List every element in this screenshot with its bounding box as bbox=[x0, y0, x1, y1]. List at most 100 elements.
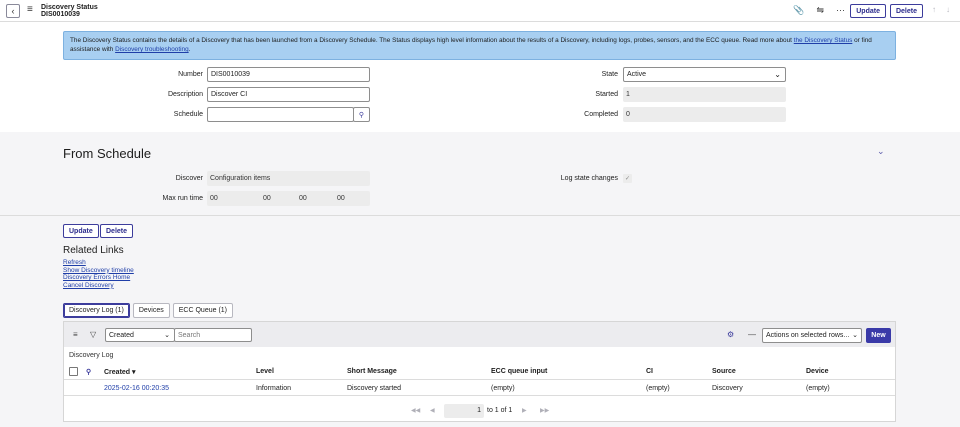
cell-ecc-queue-input: (empty) bbox=[491, 385, 515, 392]
show-discovery-timeline-link[interactable]: Show Discovery timeline bbox=[63, 267, 134, 274]
related-list-tabs: Discovery Log (1) Devices ECC Queue (1) bbox=[63, 303, 234, 318]
refresh-link[interactable]: Refresh bbox=[63, 259, 86, 266]
chevron-down-icon: ⌄ bbox=[774, 70, 781, 79]
discovery-errors-home-link[interactable]: Discovery Errors Home bbox=[63, 274, 130, 281]
filter-icon[interactable]: ▽ bbox=[90, 330, 96, 339]
header-delete-button[interactable]: Delete bbox=[889, 4, 923, 18]
column-source[interactable]: Source bbox=[712, 368, 736, 375]
record-id: DIS0010039 bbox=[41, 11, 80, 18]
list-toolbar: ≡ ▽ Created ⌄ Search ⚙ — Actions on sele… bbox=[64, 322, 895, 347]
page-number-input[interactable]: 1 bbox=[444, 404, 484, 418]
table-header: ⚲ Created ▾ Level Short Message ECC queu… bbox=[64, 363, 895, 380]
actions-select-value: Actions on selected rows... bbox=[766, 332, 850, 339]
number-field[interactable]: DIS0010039 bbox=[207, 67, 370, 82]
cell-short-message: Discovery started bbox=[347, 385, 402, 392]
select-all-checkbox[interactable] bbox=[69, 367, 78, 376]
list-menu-icon[interactable]: ≡ bbox=[73, 330, 78, 339]
description-field[interactable]: Discover CI bbox=[207, 87, 370, 102]
back-button[interactable]: ‹ bbox=[6, 4, 20, 18]
search-field-value: Created bbox=[109, 331, 134, 339]
started-label: Started bbox=[595, 91, 618, 98]
cell-ci: (empty) bbox=[646, 385, 670, 392]
related-links: Refresh Show Discovery timeline Discover… bbox=[63, 259, 134, 289]
log-state-changes-label: Log state changes bbox=[560, 175, 618, 182]
page-number: 1 bbox=[477, 407, 481, 414]
pagination-text: to 1 of 1 bbox=[487, 407, 513, 414]
tab-devices[interactable]: Devices bbox=[132, 303, 170, 318]
column-short-message[interactable]: Short Message bbox=[347, 368, 397, 375]
discovery-status-link[interactable]: the Discovery Status bbox=[794, 37, 853, 44]
info-text: The Discovery Status contains the detail… bbox=[70, 37, 794, 44]
previous-record-icon[interactable]: ↑ bbox=[932, 5, 936, 14]
number-label: Number bbox=[178, 71, 203, 78]
info-text-end: . bbox=[188, 46, 191, 53]
max-run-days: 00 bbox=[210, 195, 218, 202]
created-link[interactable]: 2025-02-16 00:20:35 bbox=[104, 385, 169, 392]
column-level[interactable]: Level bbox=[256, 368, 274, 375]
cell-device: (empty) bbox=[806, 385, 830, 392]
previous-page-icon[interactable]: ◀ bbox=[430, 407, 435, 414]
state-label: State bbox=[601, 71, 618, 78]
header-icons: 📎 ⇋ ··· bbox=[793, 5, 845, 16]
update-button[interactable]: Update bbox=[63, 224, 99, 238]
collapse-icon[interactable]: — bbox=[748, 330, 756, 339]
settings-sliders-icon[interactable]: ⇋ bbox=[816, 5, 824, 16]
delete-button[interactable]: Delete bbox=[100, 224, 134, 238]
column-ecc-queue-input[interactable]: ECC queue input bbox=[491, 368, 547, 375]
pagination: ◀◀ ◀ 1 to 1 of 1 ▶ ▶▶ bbox=[64, 402, 895, 419]
table-row: 2025-02-16 00:20:35 Information Discover… bbox=[64, 380, 895, 396]
info-message: The Discovery Status contains the detail… bbox=[63, 31, 896, 60]
max-run-seconds: 00 bbox=[337, 195, 345, 202]
divider bbox=[0, 215, 960, 216]
more-options-icon[interactable]: ··· bbox=[836, 5, 845, 16]
max-run-minutes: 00 bbox=[299, 195, 307, 202]
column-device[interactable]: Device bbox=[806, 368, 829, 375]
log-state-checkbox: ✓ bbox=[623, 174, 632, 183]
cell-level: Information bbox=[256, 385, 292, 392]
column-ci[interactable]: CI bbox=[646, 368, 653, 375]
started-field: 1 bbox=[623, 87, 786, 102]
first-page-icon[interactable]: ◀◀ bbox=[411, 407, 420, 414]
column-search-icon[interactable]: ⚲ bbox=[86, 368, 91, 376]
state-value: Active bbox=[627, 71, 647, 78]
chevron-down-icon: ⌄ bbox=[852, 332, 858, 339]
cell-source: Discovery bbox=[712, 385, 743, 392]
list-caption: Discovery Log bbox=[69, 352, 114, 359]
page-title: Discovery Status bbox=[41, 4, 98, 11]
context-menu-icon[interactable]: ≡ bbox=[27, 4, 33, 15]
max-run-time-field: 00 00 00 00 bbox=[207, 191, 370, 206]
actions-select[interactable]: Actions on selected rows... ⌄ bbox=[762, 328, 862, 343]
completed-label: Completed bbox=[584, 111, 618, 118]
discovery-troubleshooting-link[interactable]: Discovery troubleshooting bbox=[115, 46, 189, 53]
description-label: Description bbox=[167, 91, 203, 98]
column-created[interactable]: Created ▾ bbox=[104, 368, 136, 376]
discover-field: Configuration items bbox=[207, 171, 370, 186]
last-page-icon[interactable]: ▶▶ bbox=[540, 407, 549, 414]
next-record-icon[interactable]: ↓ bbox=[946, 5, 950, 14]
schedule-field[interactable] bbox=[207, 107, 354, 122]
search-icon[interactable]: ⚲ bbox=[353, 107, 370, 122]
new-button[interactable]: New bbox=[866, 328, 891, 343]
search-field-select[interactable]: Created ⌄ bbox=[105, 328, 175, 342]
chevron-down-icon: ⌄ bbox=[164, 332, 170, 339]
completed-field: 0 bbox=[623, 107, 786, 122]
chevron-left-icon: ‹ bbox=[11, 6, 15, 16]
cancel-discovery-link[interactable]: Cancel Discovery bbox=[63, 282, 114, 289]
max-run-time-label: Max run time bbox=[162, 195, 203, 202]
related-links-title: Related Links bbox=[63, 245, 124, 256]
collapse-chevron-icon[interactable]: ⌄ bbox=[877, 146, 885, 157]
gear-icon[interactable]: ⚙ bbox=[727, 330, 734, 339]
discovery-log-list: ≡ ▽ Created ⌄ Search ⚙ — Actions on sele… bbox=[63, 321, 896, 422]
state-select[interactable]: Active ⌄ bbox=[623, 67, 786, 82]
max-run-hours: 00 bbox=[263, 195, 271, 202]
title-block: Discovery Status DIS0010039 bbox=[41, 4, 98, 18]
attachment-icon[interactable]: 📎 bbox=[793, 5, 804, 16]
next-page-icon[interactable]: ▶ bbox=[522, 407, 527, 414]
section-title: From Schedule bbox=[63, 146, 152, 161]
list-search-input[interactable]: Search bbox=[174, 328, 252, 342]
tab-discovery-log[interactable]: Discovery Log (1) bbox=[63, 303, 130, 318]
form-header: ‹ ≡ Discovery Status DIS0010039 📎 ⇋ ··· … bbox=[0, 0, 960, 22]
discover-label: Discover bbox=[175, 175, 203, 182]
tab-ecc-queue[interactable]: ECC Queue (1) bbox=[172, 303, 234, 318]
header-update-button[interactable]: Update bbox=[850, 4, 886, 18]
